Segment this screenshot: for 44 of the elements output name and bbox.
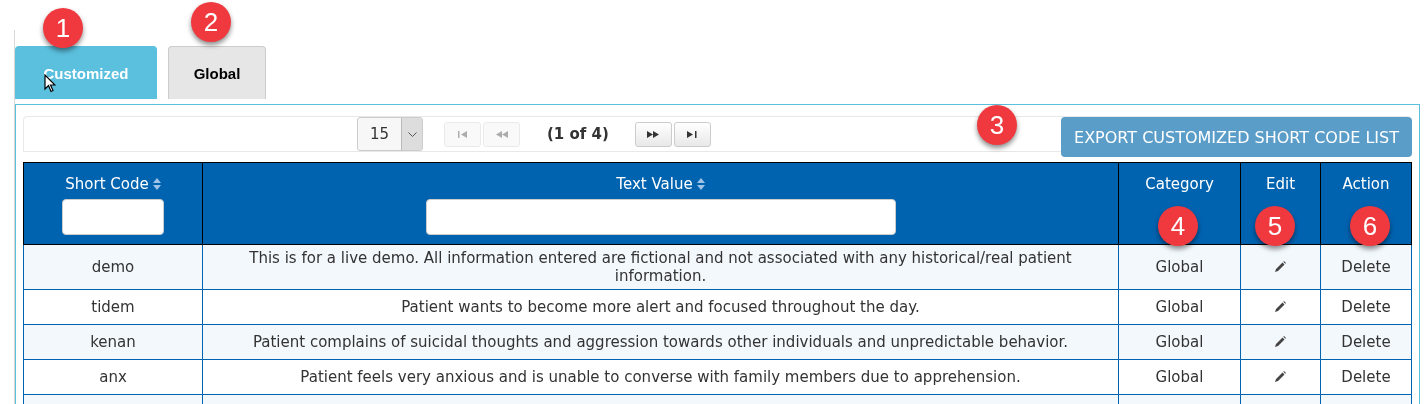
column-label: Short Code	[65, 175, 149, 193]
table-cell: Global	[1118, 289, 1241, 325]
first-page-icon	[457, 130, 468, 138]
delete-link[interactable]: Delete	[1320, 244, 1412, 290]
callout-badge: 2	[191, 2, 231, 42]
page-size-select[interactable]: 15	[357, 117, 423, 151]
table-cell: Patient wants to become more alert and focused throughout the day.	[202, 289, 1119, 325]
table-cell: Global	[1118, 244, 1241, 290]
table-cell: demo	[23, 244, 203, 290]
table-cell: Global	[1118, 359, 1241, 395]
column-label: Category	[1145, 175, 1214, 193]
callout-badge: 3	[977, 105, 1017, 145]
column-header[interactable]: Text Value	[202, 162, 1119, 245]
pencil-icon[interactable]	[1275, 301, 1286, 312]
previous-page-icon	[495, 130, 508, 138]
column-label: Edit	[1265, 175, 1296, 193]
last-page-icon	[687, 130, 698, 138]
filter-field[interactable]	[62, 199, 164, 235]
pager-button[interactable]	[634, 121, 672, 147]
next-page-icon	[647, 130, 660, 138]
table-cell: tidem	[23, 289, 203, 325]
table-cell: kenan	[23, 324, 203, 360]
column-label: Action	[1342, 175, 1390, 193]
sort-icon[interactable]	[152, 178, 161, 190]
tab[interactable]: Global	[168, 46, 266, 99]
table-cell: Global	[1118, 324, 1241, 360]
delete-link[interactable]: Delete	[1320, 289, 1412, 325]
column-label: Text Value	[616, 175, 693, 193]
column-header[interactable]: Short Code	[23, 162, 203, 245]
table-cell: anx	[23, 359, 203, 395]
pencil-icon[interactable]	[1275, 261, 1286, 272]
delete-link[interactable]: Delete	[1320, 359, 1412, 395]
page-info: (1 of 4)	[547, 125, 609, 143]
pencil-icon[interactable]	[1275, 336, 1286, 347]
table-cell: This is for a live demo. All information entered are fictional and not associated with any historical/real patient information.	[202, 244, 1119, 290]
filter-field[interactable]	[425, 199, 896, 235]
sort-icon[interactable]	[696, 178, 705, 190]
callout-badge: 1	[43, 8, 83, 48]
delete-link[interactable]: Delete	[1320, 324, 1412, 360]
table-cell: Patient complains of suicidal thoughts and aggression towards other individuals and unpredictable behavior.	[202, 324, 1119, 360]
pencil-icon[interactable]	[1275, 371, 1286, 382]
pager-button[interactable]	[673, 121, 711, 147]
caret-icon	[407, 131, 417, 137]
table-cell: Patient feels very anxious and is unable to converse with family members due to apprehension.	[202, 359, 1119, 395]
